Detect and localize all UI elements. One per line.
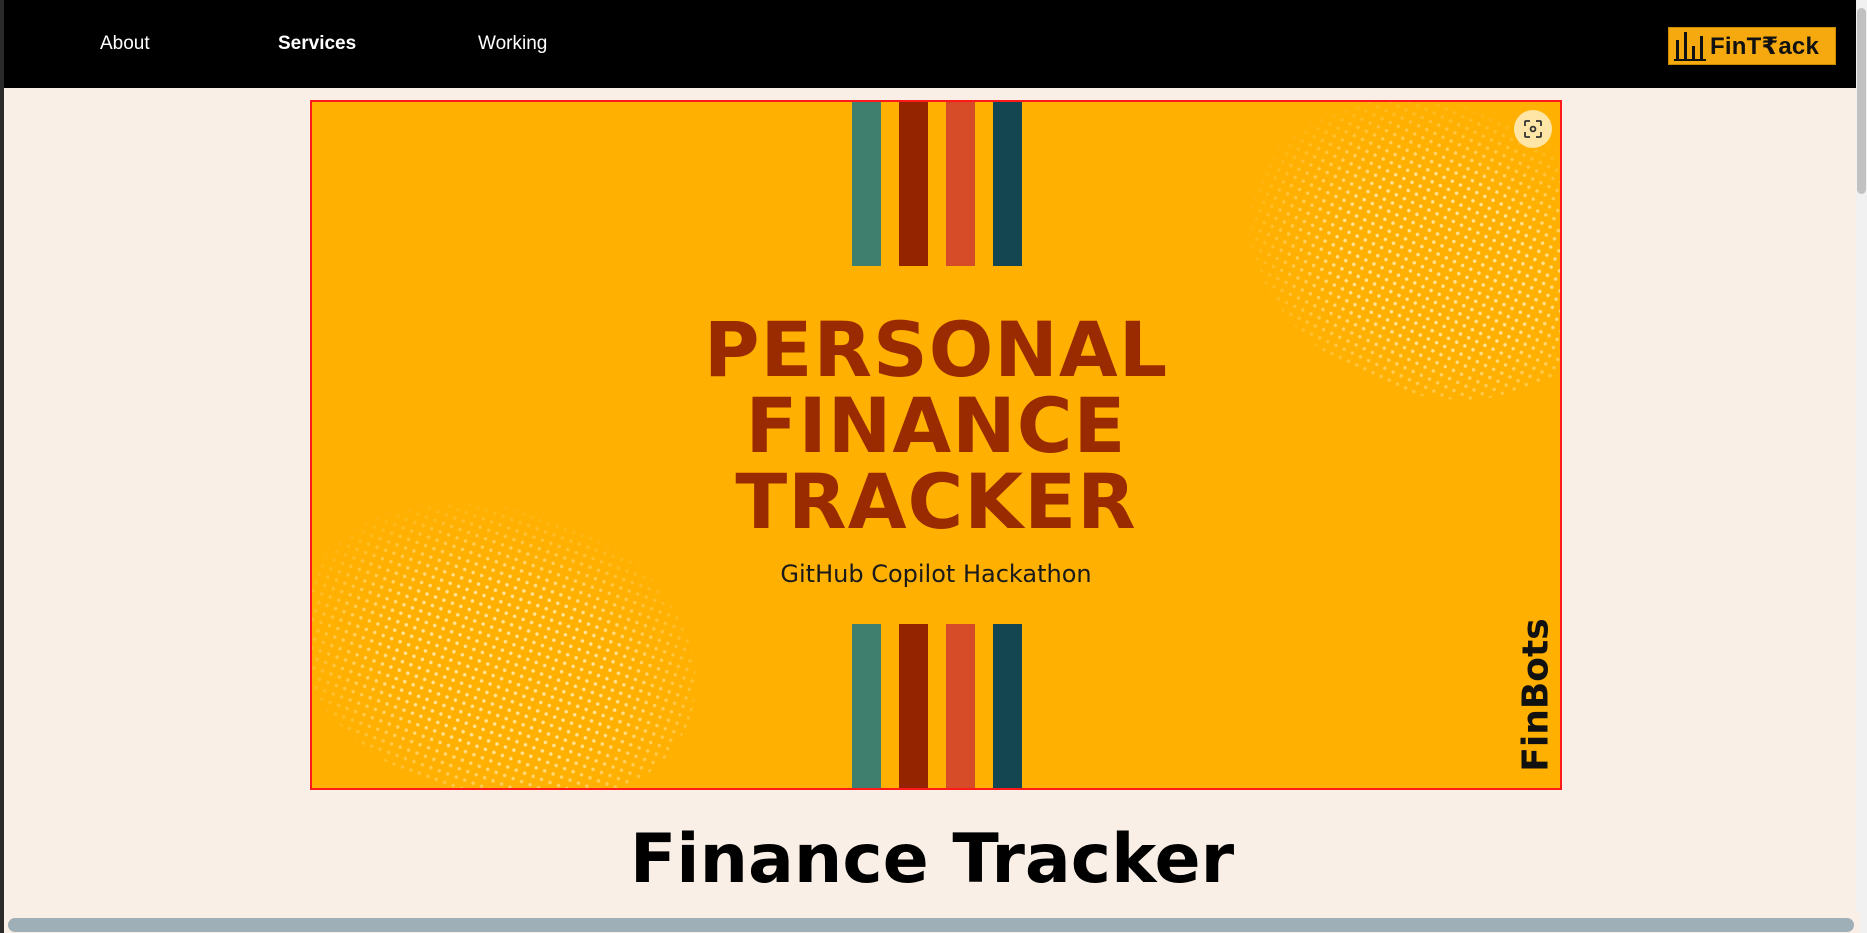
hero-title-line-1: PERSONAL (703, 305, 1169, 394)
hero-title: PERSONAL FINANCE TRACKER (312, 312, 1560, 540)
stripe-teal (852, 624, 881, 788)
stripe-orange (946, 624, 975, 788)
stripes-bottom (852, 624, 1022, 788)
hero-banner-image[interactable]: PERSONAL FINANCE TRACKER GitHub Copilot … (310, 100, 1562, 790)
hero-title-line-3: TRACKER (735, 457, 1137, 546)
stripe-maroon (899, 624, 928, 788)
hero-title-line-2: FINANCE (745, 381, 1127, 470)
team-label-text: FinBots (1515, 618, 1557, 772)
horizontal-scrollbar-thumb[interactable] (8, 918, 1854, 932)
stripe-navy (993, 624, 1022, 788)
nav-link-working[interactable]: Working (478, 33, 598, 55)
visual-search-button[interactable] (1514, 110, 1552, 148)
nav-links: About Services Working (100, 33, 598, 55)
horizontal-scrollbar[interactable] (4, 911, 1860, 933)
stripes-top (852, 102, 1022, 266)
stripe-teal (852, 102, 881, 266)
vertical-scrollbar[interactable] (1856, 0, 1867, 933)
nav-link-about[interactable]: About (100, 33, 278, 55)
page-title: Finance Tracker (629, 820, 1235, 899)
bar-chart-icon (1672, 30, 1706, 62)
vertical-scrollbar-thumb[interactable] (1857, 8, 1866, 194)
app-window: About Services Working FinT₹ack PERSONAL… (0, 0, 1867, 933)
stripe-orange (946, 102, 975, 266)
team-label: FinBots (1515, 618, 1557, 772)
fintrack-logo[interactable]: FinT₹ack (1668, 27, 1836, 65)
logo-text: FinT₹ack (1710, 32, 1819, 60)
stripe-navy (993, 102, 1022, 266)
scan-icon (1524, 120, 1542, 138)
hero-subtitle: GitHub Copilot Hackathon (780, 560, 1092, 588)
nav-link-services[interactable]: Services (278, 33, 478, 55)
top-navbar: About Services Working FinT₹ack (4, 0, 1860, 88)
stripe-maroon (899, 102, 928, 266)
